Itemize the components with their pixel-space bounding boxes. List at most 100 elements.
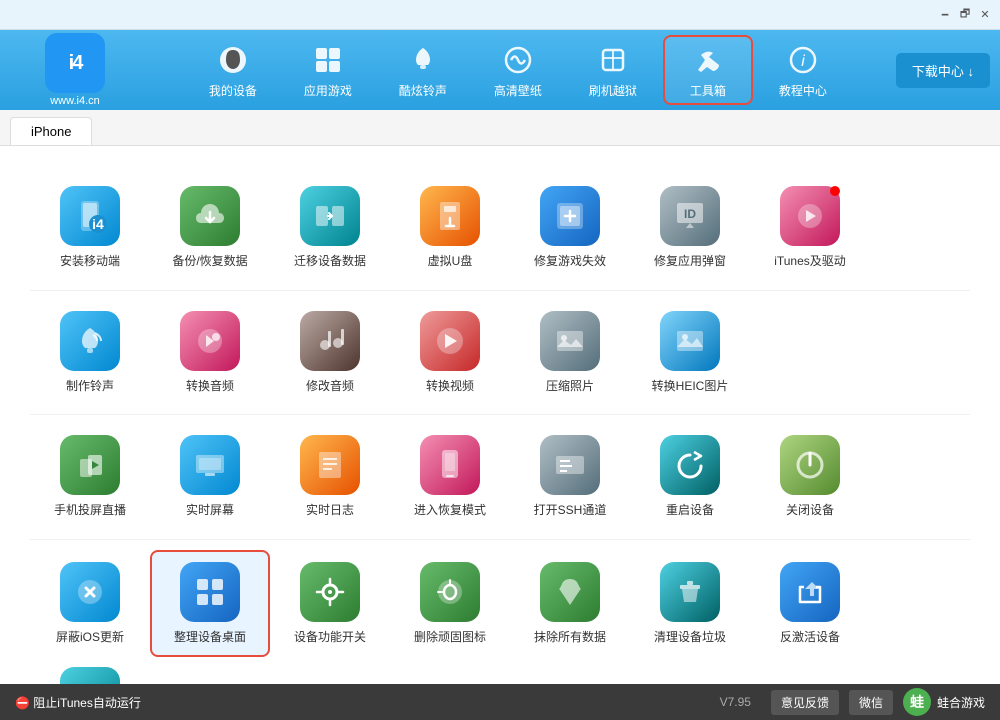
delete-stubborn-label: 删除顽固图标 xyxy=(414,630,486,646)
fix-popup-icon: ID xyxy=(660,186,720,246)
real-log-icon xyxy=(300,435,360,495)
nav-toolbox[interactable]: 工具箱 xyxy=(663,35,753,105)
tool-itunes[interactable]: iTunes及驱动 xyxy=(750,176,870,280)
tool-shutdown[interactable]: 关闭设备 xyxy=(750,425,870,529)
nav-my-device-label: 我的设备 xyxy=(209,82,257,99)
tool-real-log[interactable]: 实时日志 xyxy=(270,425,390,529)
close-icon[interactable]: ✕ xyxy=(978,8,992,22)
tool-convert-heic[interactable]: 转换HEIC图片 xyxy=(630,301,750,405)
real-log-label: 实时日志 xyxy=(306,503,354,519)
tools-row-4: 屏蔽iOS更新 整理设备桌面 设备功能开关 删除顽固 xyxy=(30,540,970,684)
nav-my-device[interactable]: 我的设备 xyxy=(188,35,278,105)
fix-popup-label: 修复应用弹窗 xyxy=(654,254,726,270)
screen-cast-label: 手机投屏直播 xyxy=(54,503,126,519)
nav-bar: i4 www.i4.cn 我的设备 应用游戏 酷炫铃声 xyxy=(0,30,1000,110)
tool-convert-audio[interactable]: 转换音频 xyxy=(150,301,270,405)
make-ringtone-icon xyxy=(60,311,120,371)
logo-icon: i4 xyxy=(45,33,105,93)
tool-recovery[interactable]: 进入恢复模式 xyxy=(390,425,510,529)
watermark-text: 蛙合游戏 xyxy=(937,694,985,711)
convert-video-icon xyxy=(420,311,480,371)
tool-fix-game[interactable]: 修复游戏失效 xyxy=(510,176,630,280)
tool-clean-junk[interactable]: 清理设备垃圾 xyxy=(630,550,750,658)
tool-migrate[interactable]: 迁移设备数据 xyxy=(270,176,390,280)
edit-audio-icon xyxy=(300,311,360,371)
tool-real-screen[interactable]: 实时屏幕 xyxy=(150,425,270,529)
tool-fix-popup[interactable]: ID 修复应用弹窗 xyxy=(630,176,750,280)
tools-grid: i4 安装移动端 备份/恢复数据 迁移设备数据 xyxy=(30,166,970,684)
restart-icon xyxy=(660,435,720,495)
tutorial-icon: i xyxy=(785,42,821,78)
tool-edit-audio[interactable]: 修改音频 xyxy=(270,301,390,405)
watermark-logo: 蛙 xyxy=(903,688,931,716)
tool-backup[interactable]: 备份/恢复数据 xyxy=(150,176,270,280)
tool-convert-video[interactable]: 转换视频 xyxy=(390,301,510,405)
tool-screen-cast[interactable]: 手机投屏直播 xyxy=(30,425,150,529)
edit-audio-label: 修改音频 xyxy=(306,379,354,395)
nav-wallpaper[interactable]: 高清壁纸 xyxy=(473,35,563,105)
nav-toolbox-label: 工具箱 xyxy=(690,82,726,99)
tool-virtual-usb[interactable]: 虚拟U盘 xyxy=(390,176,510,280)
convert-audio-icon xyxy=(180,311,240,371)
itunes-label: iTunes及驱动 xyxy=(774,254,846,270)
iphone-tab[interactable]: iPhone xyxy=(10,117,92,145)
nav-jailbreak-label: 刷机越狱 xyxy=(589,82,637,99)
nav-ringtone[interactable]: 酷炫铃声 xyxy=(378,35,468,105)
fix-game-label: 修复游戏失效 xyxy=(534,254,606,270)
tools-row-1: i4 安装移动端 备份/恢复数据 迁移设备数据 xyxy=(30,166,970,291)
virtual-usb-icon xyxy=(420,186,480,246)
nav-jailbreak[interactable]: 刷机越狱 xyxy=(568,35,658,105)
wechat-button[interactable]: 微信 xyxy=(849,690,893,715)
minimize-icon[interactable]: 🗕 xyxy=(938,8,952,22)
nav-wallpaper-label: 高清壁纸 xyxy=(494,82,542,99)
tool-device-features[interactable]: 设备功能开关 xyxy=(270,550,390,658)
restart-label: 重启设备 xyxy=(666,503,714,519)
migrate-label: 迁移设备数据 xyxy=(294,254,366,270)
virtual-usb-label: 虚拟U盘 xyxy=(428,254,473,270)
ringtone-icon xyxy=(405,42,441,78)
tool-block-update[interactable]: 屏蔽iOS更新 xyxy=(30,550,150,658)
badge-red xyxy=(830,186,840,196)
itunes-icon xyxy=(780,186,840,246)
tool-download-firmware[interactable]: 下载固件 xyxy=(30,657,150,684)
clean-junk-label: 清理设备垃圾 xyxy=(654,630,726,646)
delete-stubborn-icon xyxy=(420,562,480,622)
compress-photo-label: 压缩照片 xyxy=(546,379,594,395)
my-device-icon xyxy=(215,42,251,78)
svg-text:ID: ID xyxy=(684,207,696,221)
ssh-icon xyxy=(540,435,600,495)
compress-photo-icon xyxy=(540,311,600,371)
tool-restart[interactable]: 重启设备 xyxy=(630,425,750,529)
organize-desktop-icon xyxy=(180,562,240,622)
device-features-label: 设备功能开关 xyxy=(294,630,366,646)
tool-delete-stubborn[interactable]: 删除顽固图标 xyxy=(390,550,510,658)
deactivate-label: 反激活设备 xyxy=(780,630,840,646)
migrate-icon xyxy=(300,186,360,246)
backup-icon xyxy=(180,186,240,246)
block-update-label: 屏蔽iOS更新 xyxy=(56,630,124,646)
svg-text:i: i xyxy=(801,53,805,70)
nav-tutorial[interactable]: i 教程中心 xyxy=(758,35,848,105)
feedback-button[interactable]: 意见反馈 xyxy=(771,690,839,715)
download-button[interactable]: 下载中心 ↓ xyxy=(896,53,990,88)
recovery-icon xyxy=(420,435,480,495)
real-screen-icon xyxy=(180,435,240,495)
backup-label: 备份/恢复数据 xyxy=(172,254,247,270)
status-bar: ⛔ 阻止iTunes自动运行 V7.95 意见反馈 微信 蛙 蛙合游戏 xyxy=(0,684,1000,720)
tool-organize-desktop[interactable]: 整理设备桌面 xyxy=(150,550,270,658)
version-text: V7.95 xyxy=(720,695,751,709)
tool-compress-photo[interactable]: 压缩照片 xyxy=(510,301,630,405)
tool-make-ringtone[interactable]: 制作铃声 xyxy=(30,301,150,405)
maximize-icon[interactable]: 🗗 xyxy=(958,8,972,22)
shutdown-label: 关闭设备 xyxy=(786,503,834,519)
real-screen-label: 实时屏幕 xyxy=(186,503,234,519)
wipe-data-label: 抹除所有数据 xyxy=(534,630,606,646)
tool-ssh[interactable]: 打开SSH通道 xyxy=(510,425,630,529)
tools-row-2: 制作铃声 转换音频 修改音频 转换视频 xyxy=(30,291,970,416)
tool-wipe-data[interactable]: 抹除所有数据 xyxy=(510,550,630,658)
nav-app-game[interactable]: 应用游戏 xyxy=(283,35,373,105)
toolbox-icon xyxy=(690,42,726,78)
tool-install-app[interactable]: i4 安装移动端 xyxy=(30,176,150,280)
svg-text:i4: i4 xyxy=(92,216,104,232)
tool-deactivate[interactable]: 反激活设备 xyxy=(750,550,870,658)
